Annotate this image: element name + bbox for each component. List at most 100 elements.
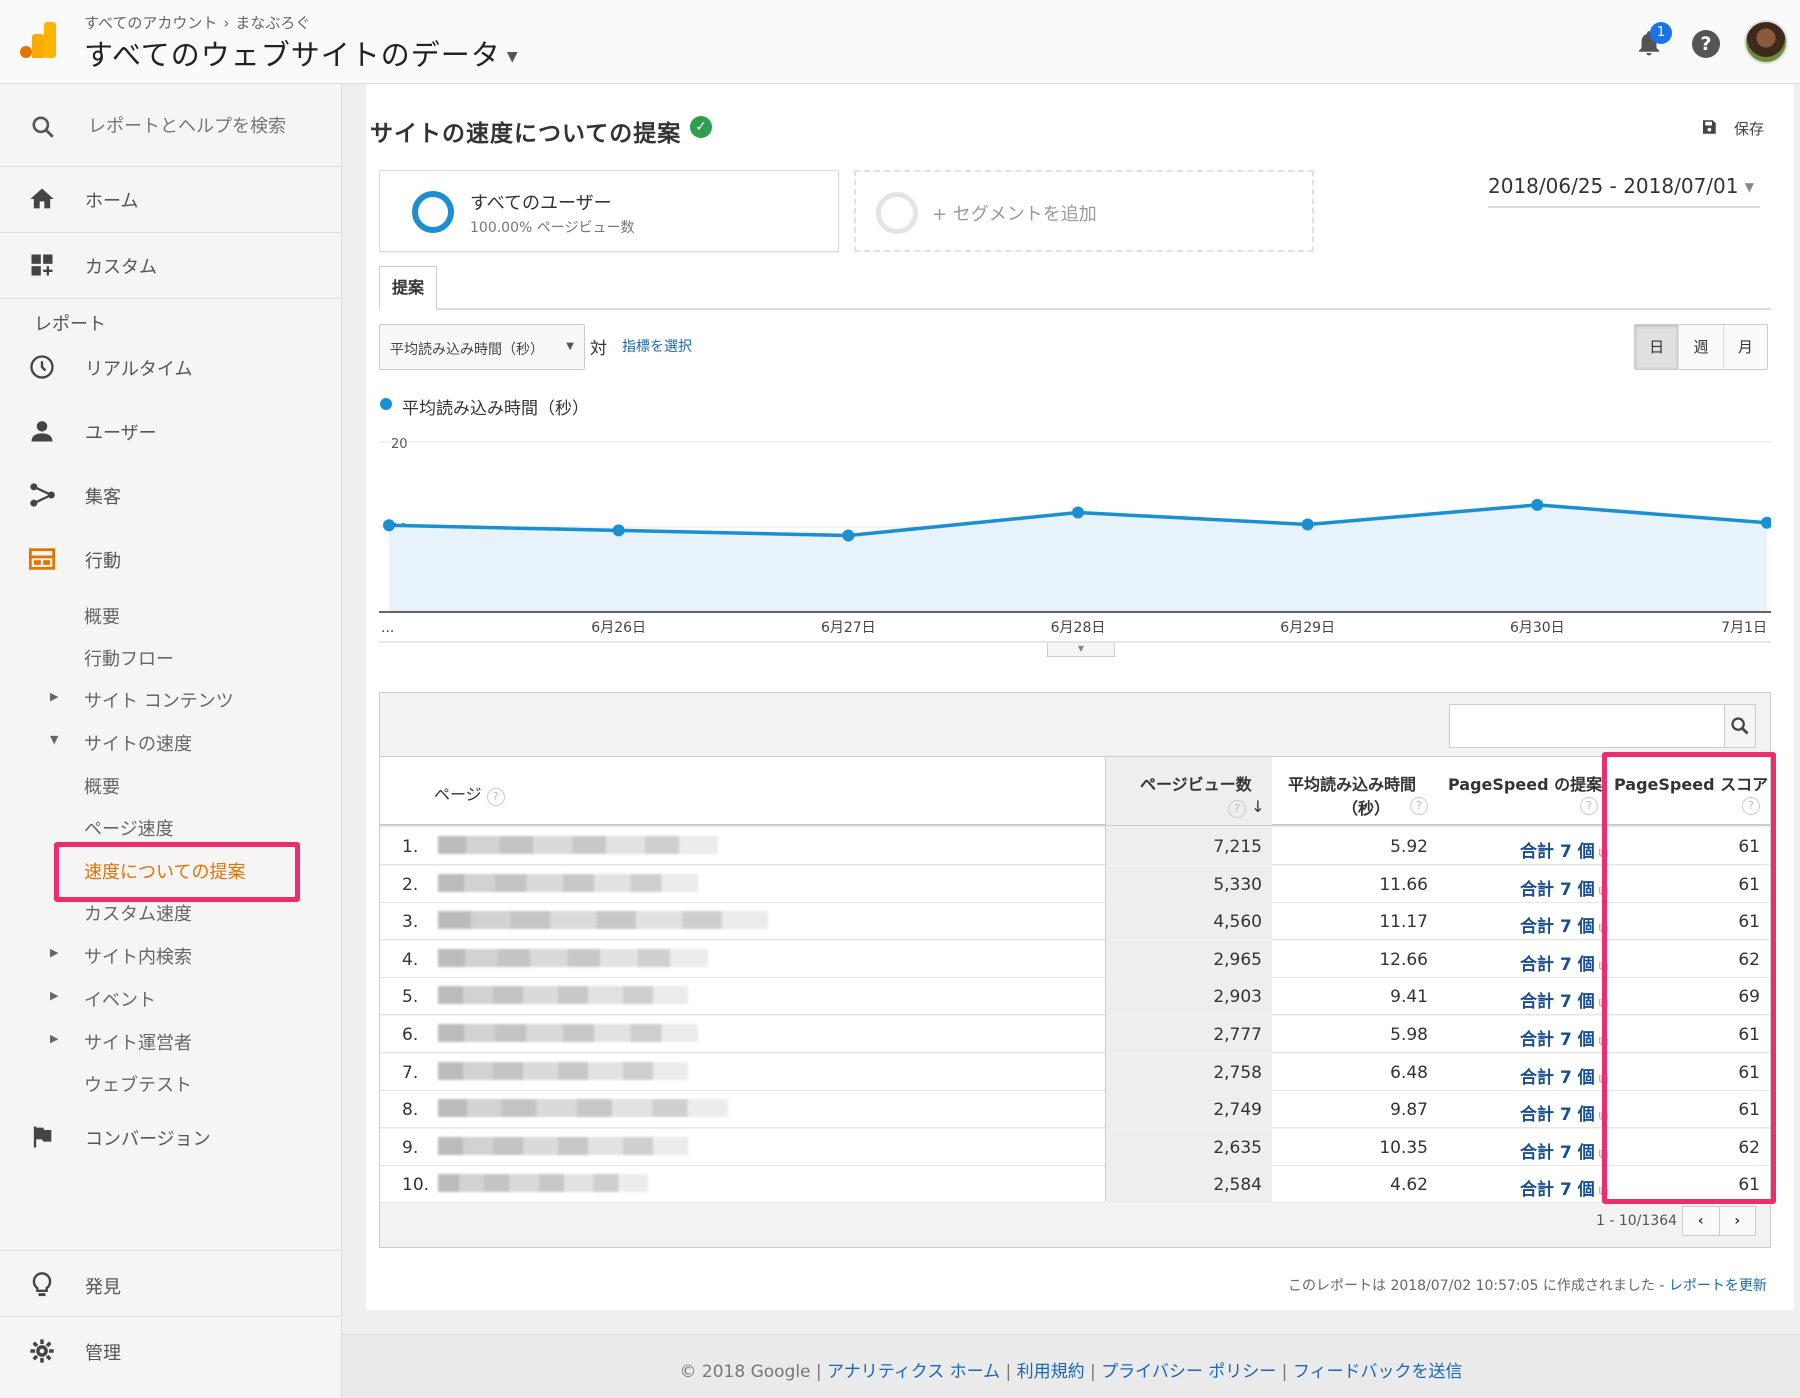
redacted-page-path[interactable] [438,873,698,892]
sidebar-item-realtime[interactable]: リアルタイム [0,340,342,392]
table-row[interactable]: 7. 2,758 6.48 合計 7 個 ⧉ 61 [380,1053,1770,1091]
pagespeed-suggestions-link[interactable]: 合計 7 個 ⧉ [1440,987,1608,1012]
help-icon[interactable]: ? [486,788,505,806]
pagespeed-suggestions-link[interactable]: 合計 7 個 ⧉ [1440,1138,1608,1163]
breadcrumb[interactable]: すべてのアカウント › まなぶろぐ [84,12,310,33]
pagespeed-suggestions-link[interactable]: 合計 7 個 ⧉ [1440,1025,1608,1050]
footer-link-privacy[interactable]: プライバシー ポリシー [1101,1362,1276,1382]
avatar[interactable] [1744,20,1788,64]
top-bar: すべてのアカウント › まなぶろぐ すべてのウェブサイトのデータ ▼ 1 ? [0,0,1800,84]
sidebar-item-acquisition[interactable]: 集客 [0,468,342,520]
help-icon[interactable]: ? [1692,30,1720,58]
sidebar-subitem-site-speed[interactable]: ▼ サイトの速度 [0,721,342,761]
load-time-cell: 11.66 [1379,874,1428,895]
table-row[interactable]: 9. 2,635 10.35 合計 7 個 ⧉ 62 [380,1128,1770,1166]
column-header-pageviews[interactable]: ページビュー数 [1140,771,1252,795]
sidebar-item-behavior[interactable]: 行動 [0,532,342,584]
pagespeed-suggestions-link[interactable]: 合計 7 個 ⧉ [1440,1063,1608,1088]
tab-suggestions[interactable]: 提案 [379,266,437,310]
redacted-page-path[interactable] [438,986,688,1005]
date-range-picker[interactable]: 2018/06/25 - 2018/07/01 ▼ [1488,174,1760,208]
sidebar-subitem-experiments[interactable]: ウェブテスト [0,1062,342,1102]
period-day-button[interactable]: 日 [1635,325,1679,369]
sidebar-subitem-behavior-flow[interactable]: 行動フロー [0,636,342,676]
redacted-page-path[interactable] [438,1136,688,1155]
sidebar-subitem-site-search[interactable]: ▶ サイト内検索 [0,934,342,974]
help-icon[interactable]: ? [1580,797,1598,815]
sidebar-subitem-events[interactable]: ▶ イベント [0,977,342,1017]
pagespeed-suggestions-link[interactable]: 合計 7 個 ⧉ [1440,1175,1608,1200]
add-segment-button[interactable]: + セグメントを追加 [854,170,1314,252]
period-week-button[interactable]: 週 [1678,325,1722,369]
table-search-input[interactable] [1449,704,1725,748]
legend-label: 平均読み込み時間（秒） [402,399,589,419]
table-row[interactable]: 2. 5,330 11.66 合計 7 個 ⧉ 61 [380,865,1770,903]
sidebar-item-admin[interactable]: 管理 [0,1324,342,1376]
sidebar-item-custom[interactable]: カスタム [0,238,342,290]
data-point [1072,506,1084,519]
chart-collapse-handle[interactable]: ▼ [1047,643,1115,657]
table-row[interactable]: 6. 2,777 5.98 合計 7 個 ⧉ 61 [380,1016,1770,1053]
redacted-page-path[interactable] [438,1061,688,1080]
breadcrumb-property[interactable]: まなぶろぐ [235,14,310,32]
table-row[interactable]: 1. 7,215 5.92 合計 7 個 ⧉ 61 [380,828,1770,865]
metric-dropdown[interactable]: 平均読み込み時間（秒） ▼ [379,324,585,370]
data-point [612,524,625,537]
search-icon[interactable] [1724,704,1756,748]
chevron-left-icon[interactable]: ‹ [1683,1207,1719,1235]
pageviews-cell: 2,635 [1106,1128,1272,1166]
sidebar-item-conversions[interactable]: コンバージョン [0,1110,342,1162]
column-header-pageviews-extras: ? ↓ [1228,797,1265,818]
sidebar-item-users[interactable]: ユーザー [0,404,342,456]
redacted-page-path[interactable] [438,836,718,854]
analytics-logo-icon[interactable] [20,22,56,58]
sidebar-item-home[interactable]: ホーム [0,172,342,224]
table-row[interactable]: 10. 2,584 4.62 合計 7 個 ⧉ 61 [380,1166,1770,1204]
sidebar-subitem-behavior-overview[interactable]: 概要 [0,594,342,634]
triangle-right-icon: ▶ [50,1032,59,1045]
column-header-pagespeed-suggestions[interactable]: PageSpeed の提案 [1448,771,1602,795]
person-icon [31,421,53,442]
sidebar-subitem-page-timings[interactable]: ページ速度 [0,806,342,846]
table-row[interactable]: 5. 2,903 9.41 合計 7 個 ⧉ 69 [380,978,1770,1016]
column-header-page[interactable]: ページ ? [434,781,505,806]
sidebar-item-discover[interactable]: 発見 [0,1258,342,1310]
pagespeed-suggestions-link[interactable]: 合計 7 個 ⧉ [1440,912,1608,937]
save-icon[interactable] [1700,118,1718,136]
period-toggle: 日 週 月 [1634,324,1768,370]
redacted-page-path[interactable] [438,948,708,967]
triangle-right-icon: ▶ [50,989,59,1002]
save-button[interactable]: 保存 [1734,118,1764,139]
pagespeed-suggestions-link[interactable]: 合計 7 個 ⧉ [1440,1100,1608,1125]
sidebar-subitem-site-content[interactable]: ▶ サイト コンテンツ [0,678,342,718]
search-icon[interactable] [30,114,56,140]
view-selector[interactable]: すべてのウェブサイトのデータ ▼ [84,32,519,74]
pagespeed-suggestions-link[interactable]: 合計 7 個 ⧉ [1440,875,1608,900]
footer-link-terms[interactable]: 利用規約 [1017,1362,1085,1382]
sidebar-subitem-publisher[interactable]: ▶ サイト運営者 [0,1020,342,1060]
select-metric-link[interactable]: 指標を選択 [622,336,692,356]
chevron-right-icon[interactable]: › [1718,1207,1756,1235]
breadcrumb-account[interactable]: すべてのアカウント [84,14,217,32]
redacted-page-path[interactable] [438,1099,728,1118]
footer-link-feedback[interactable]: フィードバックを送信 [1293,1362,1463,1382]
redacted-page-path[interactable] [438,911,768,930]
pagespeed-suggestions-link[interactable]: 合計 7 個 ⧉ [1440,837,1608,862]
table-row[interactable]: 4. 2,965 12.66 合計 7 個 ⧉ 62 [380,940,1770,978]
table-row[interactable]: 8. 2,749 9.87 合計 7 個 ⧉ 61 [380,1091,1770,1129]
segment-all-users[interactable]: すべてのユーザー 100.00% ページビュー数 [379,170,839,252]
help-icon[interactable]: ? [1228,800,1246,818]
caret-down-icon: ▼ [566,341,574,352]
sidebar-subitem-speed-overview[interactable]: 概要 [0,764,342,804]
sort-descending-icon[interactable]: ↓ [1251,797,1264,816]
help-icon[interactable]: ? [1410,797,1428,815]
footer-link-analytics-home[interactable]: アナリティクス ホーム [827,1362,1000,1382]
table-row[interactable]: 3. 4,560 11.17 合計 7 個 ⧉ 61 [380,903,1770,941]
sidebar-search-input[interactable]: レポートとヘルプを検索 [88,112,286,138]
period-month-button[interactable]: 月 [1722,325,1767,369]
redacted-page-path[interactable] [438,1024,698,1042]
redacted-page-path[interactable] [438,1174,648,1193]
column-header-load-time[interactable]: 平均読み込み時間 [1288,771,1416,795]
pagespeed-suggestions-link[interactable]: 合計 7 個 ⧉ [1440,950,1608,975]
refresh-report-link[interactable]: レポートを更新 [1669,1278,1767,1294]
